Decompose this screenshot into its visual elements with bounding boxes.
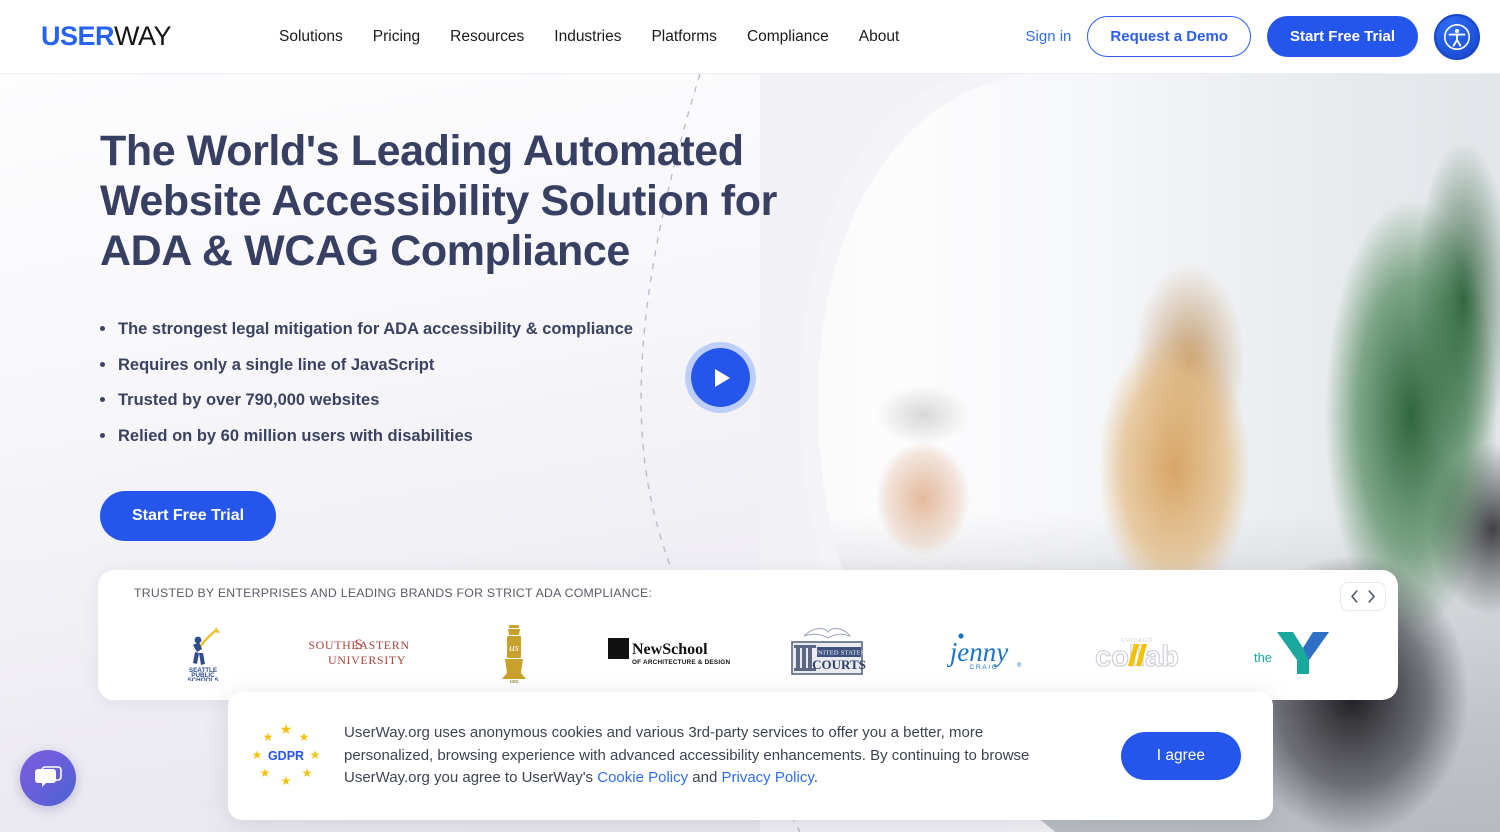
accessibility-person-icon [1444,23,1470,50]
start-free-trial-button-header[interactable]: Start Free Trial [1266,16,1418,57]
client-logo-southeastern-university[interactable]: S SOUTHEASTERN UNIVERSITY [284,621,434,683]
accessibility-widget-button[interactable] [1434,13,1480,60]
video-play-button[interactable] [685,342,756,413]
i-agree-button[interactable]: I agree [1120,732,1241,780]
svg-text:us: us [510,642,520,654]
cookie-policy-link[interactable]: Cookie Policy [597,769,688,786]
request-demo-button[interactable]: Request a Demo [1087,16,1251,57]
svg-text:®: ® [1017,662,1022,669]
start-free-trial-button-hero[interactable]: Start Free Trial [100,491,277,541]
svg-text:jenny: jenny [946,637,1007,667]
header-actions: Sign in Request a Demo Start Free Trial [1026,13,1480,60]
gdpr-label: GDPR [268,749,304,763]
trusted-by-label: TRUSTED BY ENTERPRISES AND LEADING BRAND… [134,586,653,600]
united-states-courts-logo-icon: UNITED STATES COURTS [791,628,866,675]
nav-item-pricing[interactable]: Pricing [373,28,420,46]
page-root: USERWAY Solutions Pricing Resources Indu… [0,0,1500,832]
usp-bell-tower-logo-icon: us usp [502,625,527,683]
svg-text:★: ★ [299,730,310,744]
hero-content: The World's Leading Automated Website Ac… [100,126,860,541]
svg-text:★: ★ [280,722,293,738]
client-logo-newschool[interactable]: NewSchool OF ARCHITECTURE & DESIGN [595,621,745,683]
gdpr-eu-stars-icon: ★ ★ ★ ★ ★ ★ ★ ★ GDPR [252,722,321,788]
nav-item-about[interactable]: About [859,28,900,46]
svg-text:★: ★ [281,774,292,788]
nav-item-platforms[interactable]: Platforms [651,28,716,46]
client-logo-the-y[interactable]: the [1218,621,1368,683]
chevron-left-icon [1351,590,1358,603]
play-icon [715,368,730,387]
svg-text:SCHOOLS: SCHOOLS [187,677,218,681]
client-logo-strip: SEATTLE PUBLIC SCHOOLS S SOUTHEASTERN UN… [128,616,1368,688]
cookie-consent-text: UserWay.org uses anonymous cookies and v… [344,722,1074,790]
newschool-logo-icon: NewSchool OF ARCHITECTURE & DESIGN [608,638,730,666]
southeastern-university-logo-icon: S SOUTHEASTERN UNIVERSITY [308,637,409,667]
svg-text:CRAIG: CRAIG [969,664,998,671]
svg-text:★: ★ [263,730,274,744]
main-navigation: Solutions Pricing Resources Industries P… [279,28,899,46]
chat-bubbles-icon [35,766,62,787]
client-logo-united-states-courts[interactable]: UNITED STATES COURTS [751,621,901,683]
list-item: The strongest legal mitigation for ADA a… [100,318,860,340]
jenny-craig-logo-icon: jenny CRAIG ® [946,633,1022,671]
sign-in-link[interactable]: Sign in [1026,28,1072,45]
client-logo-usp[interactable]: us usp [439,621,589,683]
svg-text:UNIVERSITY: UNIVERSITY [328,653,406,667]
client-logo-jenny-craig[interactable]: jenny CRAIG ® [907,621,1057,683]
seattle-public-schools-logo-icon: SEATTLE PUBLIC SCHOOLS [187,627,220,681]
svg-text:SOUTHEASTERN: SOUTHEASTERN [308,638,409,652]
svg-text:★: ★ [260,766,271,780]
svg-text:the: the [1254,650,1272,665]
logo-text-user: USER [41,21,115,51]
logo-carousel-nav [1340,582,1386,611]
svg-text:usp: usp [510,679,519,683]
client-logo-seattle-public-schools[interactable]: SEATTLE PUBLIC SCHOOLS [128,621,278,683]
cookie-text-and: and [688,769,722,787]
gdpr-badge: ★ ★ ★ ★ ★ ★ ★ ★ GDPR [228,719,344,793]
svg-text:UNITED STATES: UNITED STATES [813,650,865,657]
cookie-consent-banner: ★ ★ ★ ★ ★ ★ ★ ★ GDPR UserWay.org uses an… [228,692,1273,820]
svg-text:★: ★ [252,748,263,762]
carousel-prev-button[interactable] [1349,589,1360,604]
list-item: Relied on by 60 million users with disab… [100,425,860,447]
svg-text:NewSchool: NewSchool [632,641,708,658]
svg-text:OF ARCHITECTURE & DESIGN: OF ARCHITECTURE & DESIGN [632,659,730,666]
svg-text:★: ★ [310,748,321,762]
site-header: USERWAY Solutions Pricing Resources Indu… [0,0,1500,74]
svg-text:★: ★ [302,766,313,780]
userway-logo[interactable]: USERWAY [41,21,172,52]
logo-text-way: WAY [114,21,172,51]
privacy-policy-link[interactable]: Privacy Policy [721,769,813,786]
client-logo-collab[interactable]: CHICAGO collab [1062,621,1212,683]
page-title: The World's Leading Automated Website Ac… [100,127,777,275]
collab-logo-icon: CHICAGO collab [1095,638,1180,674]
nav-item-resources[interactable]: Resources [450,28,524,46]
nav-item-solutions[interactable]: Solutions [279,28,343,46]
nav-item-compliance[interactable]: Compliance [747,28,829,46]
chevron-right-icon [1368,590,1375,603]
cookie-text-end: . [813,769,818,787]
nav-item-industries[interactable]: Industries [554,28,621,46]
chat-widget-button[interactable] [20,750,76,806]
svg-text:COURTS: COURTS [812,657,866,672]
ymca-the-y-logo-icon: the [1254,632,1329,674]
carousel-next-button[interactable] [1366,589,1377,604]
trusted-by-bar: TRUSTED BY ENTERPRISES AND LEADING BRAND… [98,570,1398,700]
